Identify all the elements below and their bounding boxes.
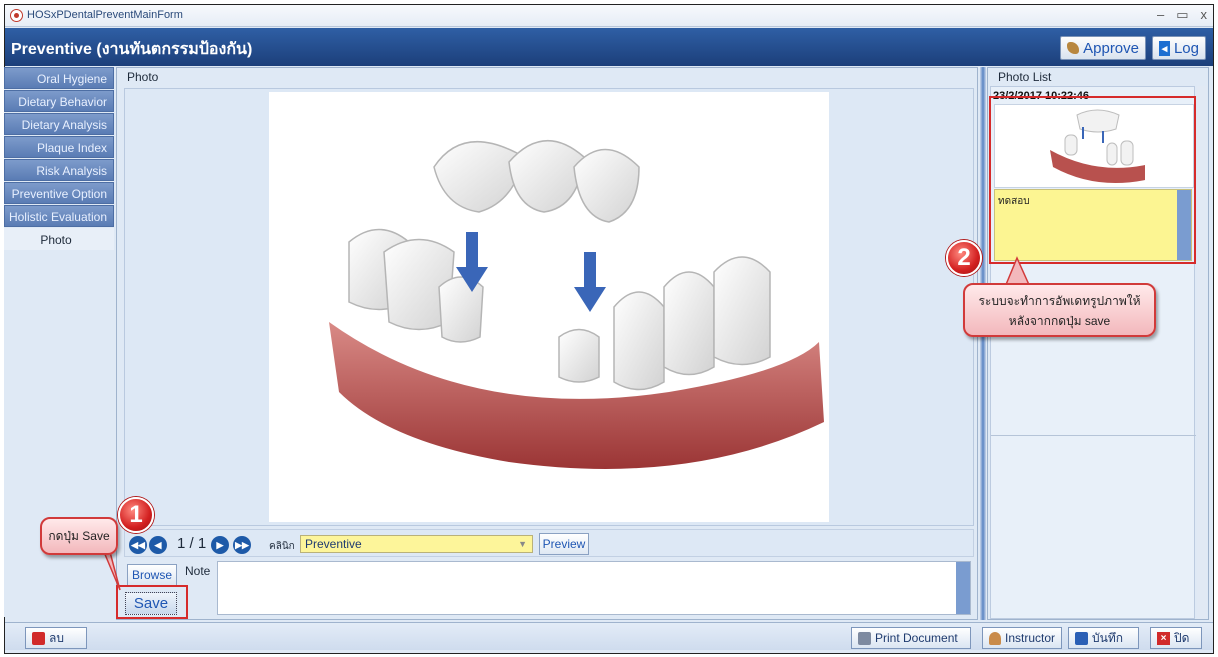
approve-label: Approve — [1083, 39, 1139, 57]
step-1-badge: 1 — [118, 497, 154, 533]
sidebar-item-risk-analysis[interactable]: Risk Analysis — [4, 159, 114, 181]
instructor-button[interactable]: Instructor — [982, 627, 1062, 649]
sidebar-item-holistic-evaluation[interactable]: Holistic Evaluation — [4, 205, 114, 227]
log-icon: ◂ — [1159, 40, 1170, 56]
instructor-label: Instructor — [1004, 631, 1055, 645]
sidebar-item-preventive-option[interactable]: Preventive Option — [4, 182, 114, 204]
preview-button[interactable]: Preview — [539, 533, 589, 555]
title-bar: HOSxPDentalPreventMainForm – ▭ x — [5, 5, 1213, 27]
clinic-select[interactable]: Preventive ▼ — [300, 535, 533, 553]
person-icon — [989, 631, 1001, 645]
photo-panel: Photo ◀◀ ◀ 1 / 1 ▶ ▶▶ คลินิก Preventive … — [116, 67, 978, 620]
step-2-callout: ระบบจะทำการอัพเดทรูปภาพให้ หลังจากกดปุ่ม… — [963, 283, 1156, 337]
save-button-highlight — [116, 585, 188, 619]
browse-button[interactable]: Browse — [127, 564, 177, 586]
step-2-badge: 2 — [946, 240, 982, 276]
minimize-icon[interactable]: – — [1157, 7, 1164, 23]
delete-button[interactable]: ลบ — [25, 627, 87, 649]
photo-list-scrollbar[interactable] — [1197, 86, 1207, 619]
photo-frame — [124, 88, 974, 526]
note-label: Note — [185, 564, 211, 578]
app-logo-icon — [10, 9, 23, 22]
dental-bridge-illustration — [329, 140, 824, 469]
printer-icon — [858, 631, 871, 645]
photo-viewer — [269, 92, 829, 522]
log-label: Log — [1173, 39, 1199, 57]
save-record-button[interactable]: บันทึก — [1068, 627, 1139, 649]
sidebar-item-oral-hygiene[interactable]: Oral Hygiene — [4, 67, 114, 89]
sidebar-item-photo[interactable]: Photo — [4, 228, 114, 250]
save-record-label: บันทึก — [1092, 630, 1123, 645]
print-label: Print Document — [875, 631, 958, 645]
photo-list-highlight — [989, 96, 1196, 264]
step-2-line-2: หลังจากกดปุ่ม save — [1008, 314, 1111, 328]
next-photo-icon[interactable]: ▶ — [211, 536, 229, 554]
sidebar-item-dietary-analysis[interactable]: Dietary Analysis — [4, 113, 114, 135]
note-scrollbar[interactable] — [956, 562, 970, 614]
disk-icon — [1075, 631, 1088, 645]
handshake-icon — [1067, 42, 1080, 54]
maximize-icon[interactable]: ▭ — [1176, 7, 1188, 23]
page-header: Preventive (งานทันตกรรมป้องกัน) Approve … — [5, 28, 1213, 66]
first-photo-icon[interactable]: ◀◀ — [129, 536, 147, 554]
photo-panel-label: Photo — [127, 70, 159, 84]
delete-icon — [32, 631, 45, 645]
page-indicator: 1 / 1 — [177, 535, 207, 552]
page-title: Preventive (งานทันตกรรมป้องกัน) — [11, 41, 253, 58]
photo-navigation: ◀◀ ◀ 1 / 1 ▶ ▶▶ คลินิก Preventive ▼ Prev… — [124, 529, 974, 557]
delete-label: ลบ — [49, 630, 64, 645]
clinic-select-value: Preventive — [305, 537, 362, 551]
chevron-down-icon: ▼ — [518, 539, 527, 549]
close-window-icon[interactable]: x — [1201, 7, 1208, 23]
window-title: HOSxPDentalPreventMainForm — [27, 9, 183, 21]
close-label: ปิด — [1174, 630, 1190, 645]
log-button[interactable]: ◂ Log — [1152, 36, 1206, 60]
step-2-line-1: ระบบจะทำการอัพเดทรูปภาพให้ — [978, 294, 1141, 308]
close-icon: × — [1157, 631, 1170, 645]
clinic-label: คลินิก — [269, 541, 295, 552]
bottom-toolbar: ลบ Print Document Instructor บันทึก × ปิ… — [5, 622, 1213, 650]
last-photo-icon[interactable]: ▶▶ — [233, 536, 251, 554]
previous-photo-icon[interactable]: ◀ — [149, 536, 167, 554]
list-divider — [991, 435, 1196, 436]
window-controls: – ▭ x — [1157, 7, 1207, 23]
step-1-callout: กดปุ่ม Save — [40, 517, 118, 555]
sidebar-item-dietary-behavior[interactable]: Dietary Behavior — [4, 90, 114, 112]
print-document-button[interactable]: Print Document — [851, 627, 971, 649]
photo-list-label: Photo List — [998, 70, 1052, 84]
note-field[interactable] — [217, 561, 971, 615]
approve-button[interactable]: Approve — [1060, 36, 1146, 60]
close-button[interactable]: × ปิด — [1150, 627, 1202, 649]
panel-splitter[interactable] — [980, 67, 986, 620]
sidebar-item-plaque-index[interactable]: Plaque Index — [4, 136, 114, 158]
